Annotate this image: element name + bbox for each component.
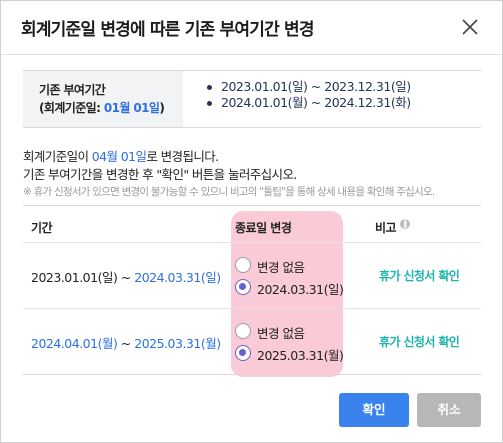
accounting-date-label: (회계기준일: 01월 01일): [39, 101, 165, 115]
info-icon[interactable]: i: [400, 218, 410, 230]
list-item: 2023.01.01(일) ~ 2023.12.31(일): [205, 79, 411, 95]
existing-period-label: 기존 부여기간 (회계기준일: 01월 01일): [23, 71, 183, 127]
close-icon: [462, 19, 478, 35]
existing-period-list: 2023.01.01(일) ~ 2023.12.31(일) 2024.01.01…: [205, 79, 411, 111]
new-accounting-date: 04월 01일: [91, 149, 147, 164]
instruction-message: 기존 부여기간을 변경한 후 "확인" 버튼을 눌러주십시오.: [23, 167, 297, 182]
period-range: 2023.01.01(일) ~ 2024.03.31(일): [31, 270, 221, 285]
list-item: 2024.01.01(월) ~ 2024.12.31(화): [205, 95, 411, 111]
dialog-header: 회계기준일 변경에 따른 기존 부여기간 변경: [1, 1, 502, 55]
accounting-date-value: 01월 01일: [103, 101, 160, 115]
change-message: 회계기준일이 04월 01일로 변경됩니다.: [23, 149, 219, 164]
radio-button[interactable]: [235, 323, 251, 339]
radio-label: 2024.03.31(일): [257, 282, 344, 297]
dialog: 회계기준일 변경에 따른 기존 부여기간 변경 기존 부여기간 (회계기준일: …: [0, 0, 503, 443]
period-end-date: 2024.03.31(일): [134, 270, 221, 285]
confirm-button[interactable]: 확인: [339, 393, 409, 427]
table-header: 기간 종료일 변경 비고 i: [23, 205, 481, 243]
radio-button[interactable]: [235, 257, 251, 273]
existing-period-title: 기존 부여기간: [39, 83, 106, 97]
period-range: 2024.04.01(월) ~ 2025.03.31(월): [31, 336, 221, 351]
radio-label: 변경 없음: [257, 260, 305, 275]
radio-button-selected[interactable]: [235, 345, 251, 361]
period-end-date: 2025.03.31(월): [134, 336, 221, 351]
table-row: 2024.04.01(월) ~ 2025.03.31(월) 변경 없음 2025…: [23, 309, 481, 375]
check-leave-request-link[interactable]: 휴가 신청서 확인: [379, 267, 460, 284]
column-header-memo: 비고: [375, 221, 397, 235]
period-start-date: 2024.04.01(월): [31, 336, 118, 351]
warning-note: ※ 휴가 신청서가 있으면 변경이 불가능할 수 있으니 비고의 "툴팁"을 통…: [23, 186, 435, 198]
existing-period-box: 기존 부여기간 (회계기준일: 01월 01일) 2023.01.01(일) ~…: [23, 70, 481, 128]
radio-label: 변경 없음: [257, 326, 305, 341]
check-leave-request-link[interactable]: 휴가 신청서 확인: [379, 333, 460, 350]
radio-label: 2025.03.31(월): [257, 348, 344, 363]
column-header-period: 기간: [31, 221, 53, 235]
radio-button-selected[interactable]: [235, 279, 251, 295]
close-button[interactable]: [458, 15, 482, 39]
cancel-button[interactable]: 취소: [417, 393, 481, 427]
table-row: 2023.01.01(일) ~ 2024.03.31(일) 변경 없음 2024…: [23, 243, 481, 309]
dialog-title: 회계기준일 변경에 따른 기존 부여기간 변경: [21, 20, 315, 40]
column-header-end-date: 종료일 변경: [235, 221, 292, 235]
